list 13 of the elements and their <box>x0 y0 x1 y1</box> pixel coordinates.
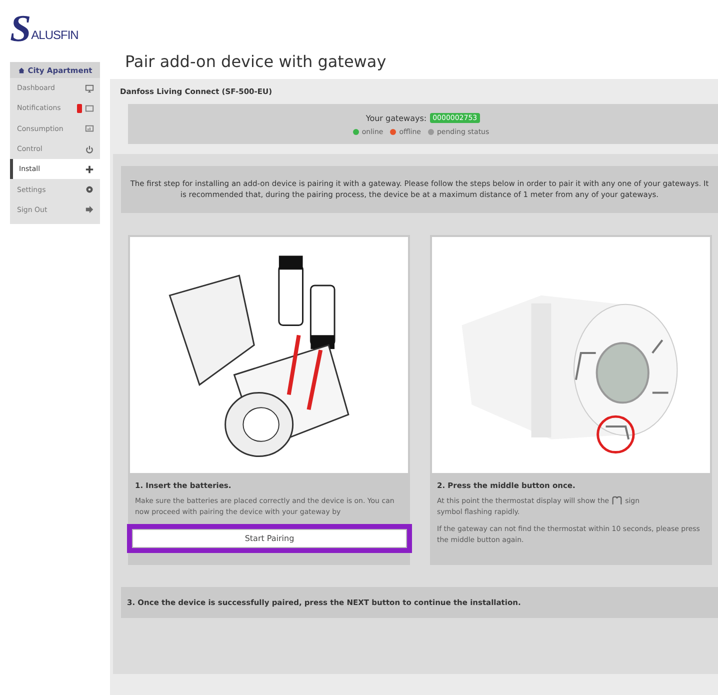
home-icon <box>18 66 25 74</box>
gear-icon <box>85 185 94 194</box>
monitor-icon <box>85 84 94 93</box>
chart-icon <box>85 124 94 134</box>
logo-text: ALUSFIN <box>31 28 78 42</box>
power-icon <box>85 144 94 154</box>
logo-letter: S <box>10 10 32 48</box>
start-pairing-button[interactable]: Start Pairing <box>132 528 407 548</box>
exit-icon <box>85 205 94 214</box>
gateways-label: Your gateways: <box>366 114 427 122</box>
bracket-symbol-icon <box>611 496 624 506</box>
plus-icon <box>85 164 94 174</box>
page-title: Pair add-on device with gateway <box>125 52 388 71</box>
